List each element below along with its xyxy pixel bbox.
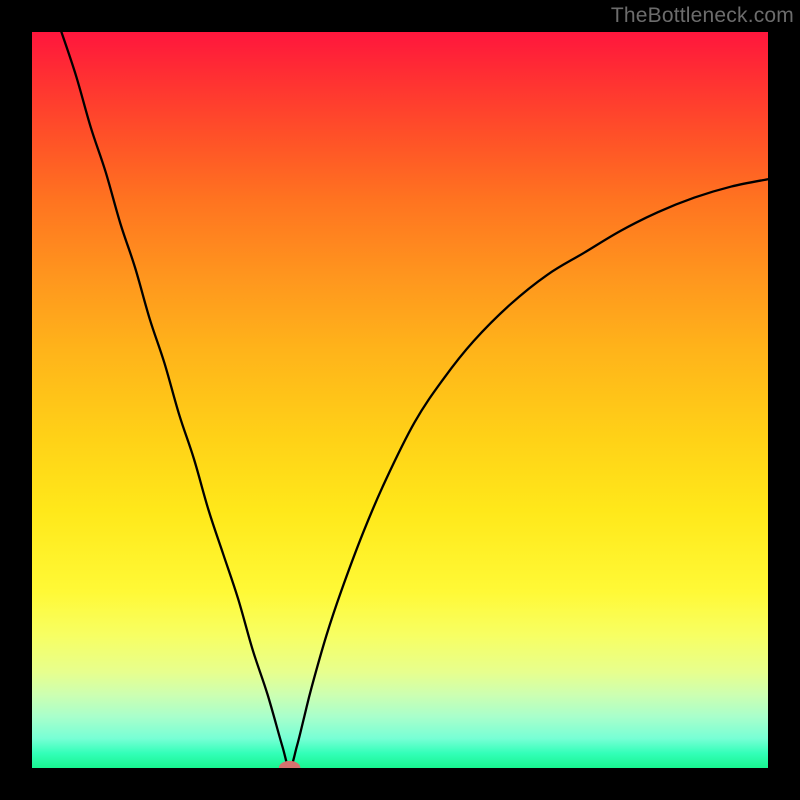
chart-svg xyxy=(32,32,768,768)
chart-frame: { "watermark": "TheBottleneck.com", "col… xyxy=(0,0,800,800)
watermark-text: TheBottleneck.com xyxy=(611,4,794,28)
plot-area xyxy=(32,32,768,768)
minimum-marker xyxy=(279,761,300,768)
bottleneck-curve xyxy=(61,32,768,768)
